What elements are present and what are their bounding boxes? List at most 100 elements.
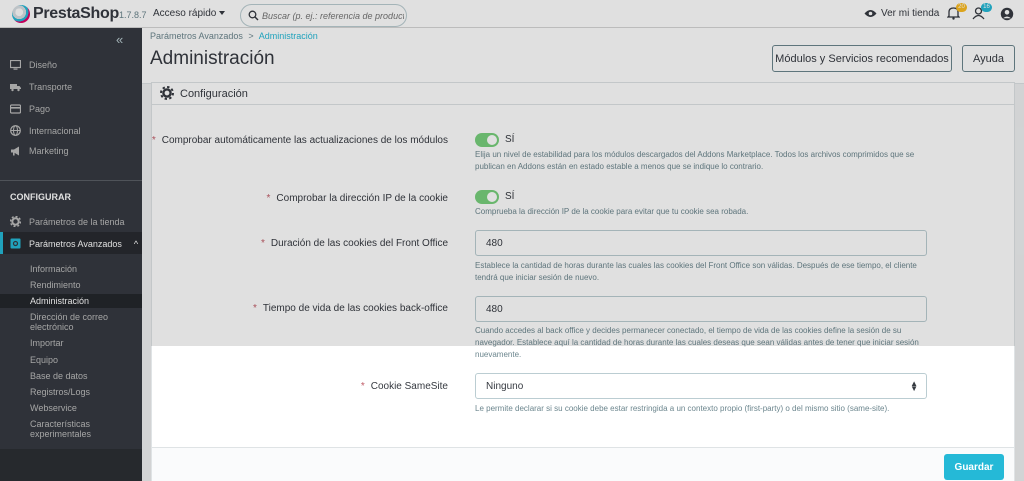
logo-text: PrestaShop [33, 5, 119, 22]
truck-icon [10, 84, 21, 92]
sidebar-item-payment[interactable]: Pago [10, 104, 50, 114]
sidebar: « Diseño Transporte Pago Internacional M… [0, 28, 142, 481]
quick-access-label: Acceso rápido [153, 8, 217, 19]
back-cookie-lifetime-input[interactable]: 480 [475, 296, 927, 322]
eye-icon [864, 10, 877, 17]
panel-title: Configuración [180, 88, 248, 100]
module-updates-switch[interactable] [475, 133, 499, 147]
field-label-text: Comprobar automáticamente las actualizac… [161, 135, 448, 146]
sidebar-subitem-logs[interactable]: Registros/Logs [30, 387, 130, 397]
sidebar-item-label: Marketing [29, 146, 69, 156]
sidebar-subitem-webservice[interactable]: Webservice [30, 403, 130, 413]
sidebar-subitem-team[interactable]: Equipo [30, 355, 130, 365]
cookie-samesite-help: Le permite declarar si su cookie debe es… [475, 404, 890, 413]
chevron-up-icon: ^ [133, 238, 139, 249]
sidebar-footer [0, 449, 142, 481]
field-label-module-updates: * Comprobar automáticamente las actualiza… [148, 134, 448, 147]
required-mark: * [266, 193, 271, 204]
orders-notifications[interactable]: 20 [946, 3, 967, 23]
gear-icon [160, 86, 174, 100]
orders-badge: 20 [956, 3, 967, 12]
page-toolbar: Parámetros Avanzados > Administración Ad… [142, 28, 1024, 84]
search-box[interactable] [240, 4, 407, 27]
dim-overlay-right [1015, 346, 1024, 481]
sidebar-divider [0, 180, 142, 181]
field-label-back-cookie-lifetime: * Tiempo de vida de las cookies back-offi… [148, 302, 448, 315]
cookie-ip-switch[interactable] [475, 190, 499, 204]
customers-notifications[interactable]: 16 [972, 3, 992, 23]
sidebar-subitem-email[interactable]: Dirección de correo electrónico [30, 312, 130, 332]
search-icon [248, 10, 259, 21]
sidebar-subitem-experimental-features[interactable]: Características experimentales [30, 419, 130, 439]
credit-card-icon [10, 104, 21, 114]
configuration-panel: Configuración * Comprobar automáticamente… [151, 82, 1015, 481]
required-mark: * [252, 303, 257, 314]
sidebar-item-marketing[interactable]: Marketing [10, 146, 69, 156]
sidebar-item-shop-parameters[interactable]: Parámetros de la tienda [10, 216, 125, 227]
breadcrumb-separator: > [248, 31, 254, 41]
sidebar-item-label: Parámetros de la tienda [29, 216, 125, 227]
sidebar-item-label: Pago [29, 104, 51, 114]
gear-icon [10, 216, 21, 227]
help-button[interactable]: Ayuda [962, 45, 1015, 72]
panel-footer [152, 447, 1014, 481]
field-label-text: Comprobar la dirección IP de la cookie [276, 193, 448, 204]
collapse-sidebar-icon[interactable]: « [116, 32, 123, 47]
caret-down-icon [219, 11, 226, 16]
prestashop-logo[interactable]: PrestaShop [12, 5, 119, 23]
sidebar-section-title: CONFIGURAR [10, 192, 71, 202]
sidebar-item-shipping[interactable]: Transporte [10, 82, 72, 92]
back-cookie-lifetime-help: Cuando accedes al back office y decides … [475, 326, 919, 359]
sidebar-item-international[interactable]: Internacional [10, 125, 81, 136]
required-mark: * [360, 381, 365, 392]
view-shop-link[interactable]: Ver mi tienda [864, 8, 939, 19]
sidebar-subitem-performance[interactable]: Rendimiento [30, 280, 130, 290]
sidebar-item-label: Diseño [29, 60, 58, 70]
field-label-text: Tiempo de vida de las cookies back-offic… [262, 303, 448, 314]
sidebar-item-label: Parámetros Avanzados [29, 238, 122, 249]
page-title: Administración [150, 48, 275, 69]
select-arrows-icon: ▲ ▼ [910, 379, 918, 393]
front-cookie-lifetime-help: Establece la cantidad de horas durante l… [475, 261, 917, 282]
breadcrumb-parent[interactable]: Parámetros Avanzados [150, 31, 243, 41]
module-updates-help: Elija un nivel de estabilidad para los m… [475, 150, 915, 171]
field-label-cookie-samesite: * Cookie SameSite [148, 380, 448, 393]
save-button[interactable]: Guardar [944, 454, 1004, 480]
advanced-settings-icon [10, 238, 21, 249]
account-icon [1000, 7, 1014, 21]
cookie-samesite-select[interactable]: Ninguno ▲ ▼ [475, 373, 927, 399]
quick-access-menu[interactable]: Acceso rápido [153, 8, 226, 19]
account-menu[interactable] [1000, 7, 1014, 24]
search-input[interactable] [262, 8, 404, 23]
front-cookie-lifetime-input[interactable]: 480 [475, 230, 927, 256]
panel-header: Configuración [152, 83, 1014, 105]
prestashop-logo-icon [12, 5, 30, 23]
recommended-modules-button[interactable]: Módulos y Servicios recomendados [772, 45, 952, 72]
version-number: 1.7.8.7 [119, 10, 147, 20]
module-updates-switch-label: SÍ [505, 134, 515, 145]
field-label-text: Duración de las cookies del Front Office [270, 238, 448, 249]
sidebar-item-advanced-parameters-content[interactable]: Parámetros Avanzados ^ [10, 238, 138, 249]
sidebar-subitem-database[interactable]: Base de datos [30, 371, 130, 381]
field-label-front-cookie-lifetime: * Duración de las cookies del Front Offic… [148, 237, 448, 250]
sidebar-item-label: Internacional [29, 125, 81, 136]
required-mark: * [151, 135, 156, 146]
field-label-text: Cookie SameSite [370, 381, 448, 392]
sidebar-item-design[interactable]: Diseño [10, 60, 57, 70]
sidebar-subitem-administration[interactable]: Administración [30, 296, 130, 306]
cookie-ip-switch-label: SÍ [505, 191, 515, 202]
breadcrumb-current[interactable]: Administración [259, 31, 318, 41]
sidebar-item-label: Transporte [29, 82, 73, 92]
view-shop-label: Ver mi tienda [881, 8, 940, 19]
cookie-ip-help: Comprueba la dirección IP de la cookie p… [475, 207, 749, 216]
megaphone-icon [11, 146, 19, 156]
sidebar-subitem-import[interactable]: Importar [30, 338, 130, 348]
breadcrumb: Parámetros Avanzados > Administración [150, 31, 318, 41]
globe-icon [10, 125, 21, 136]
customers-badge: 16 [981, 3, 992, 12]
sidebar-subitem-information[interactable]: Información [30, 264, 130, 274]
cookie-samesite-selected-value: Ninguno [486, 381, 524, 392]
top-header: PrestaShop 1.7.8.7 Acceso rápido Ver mi … [0, 0, 1024, 28]
monitor-icon [10, 60, 21, 70]
field-label-cookie-ip: * Comprobar la dirección IP de la cookie [148, 192, 448, 205]
